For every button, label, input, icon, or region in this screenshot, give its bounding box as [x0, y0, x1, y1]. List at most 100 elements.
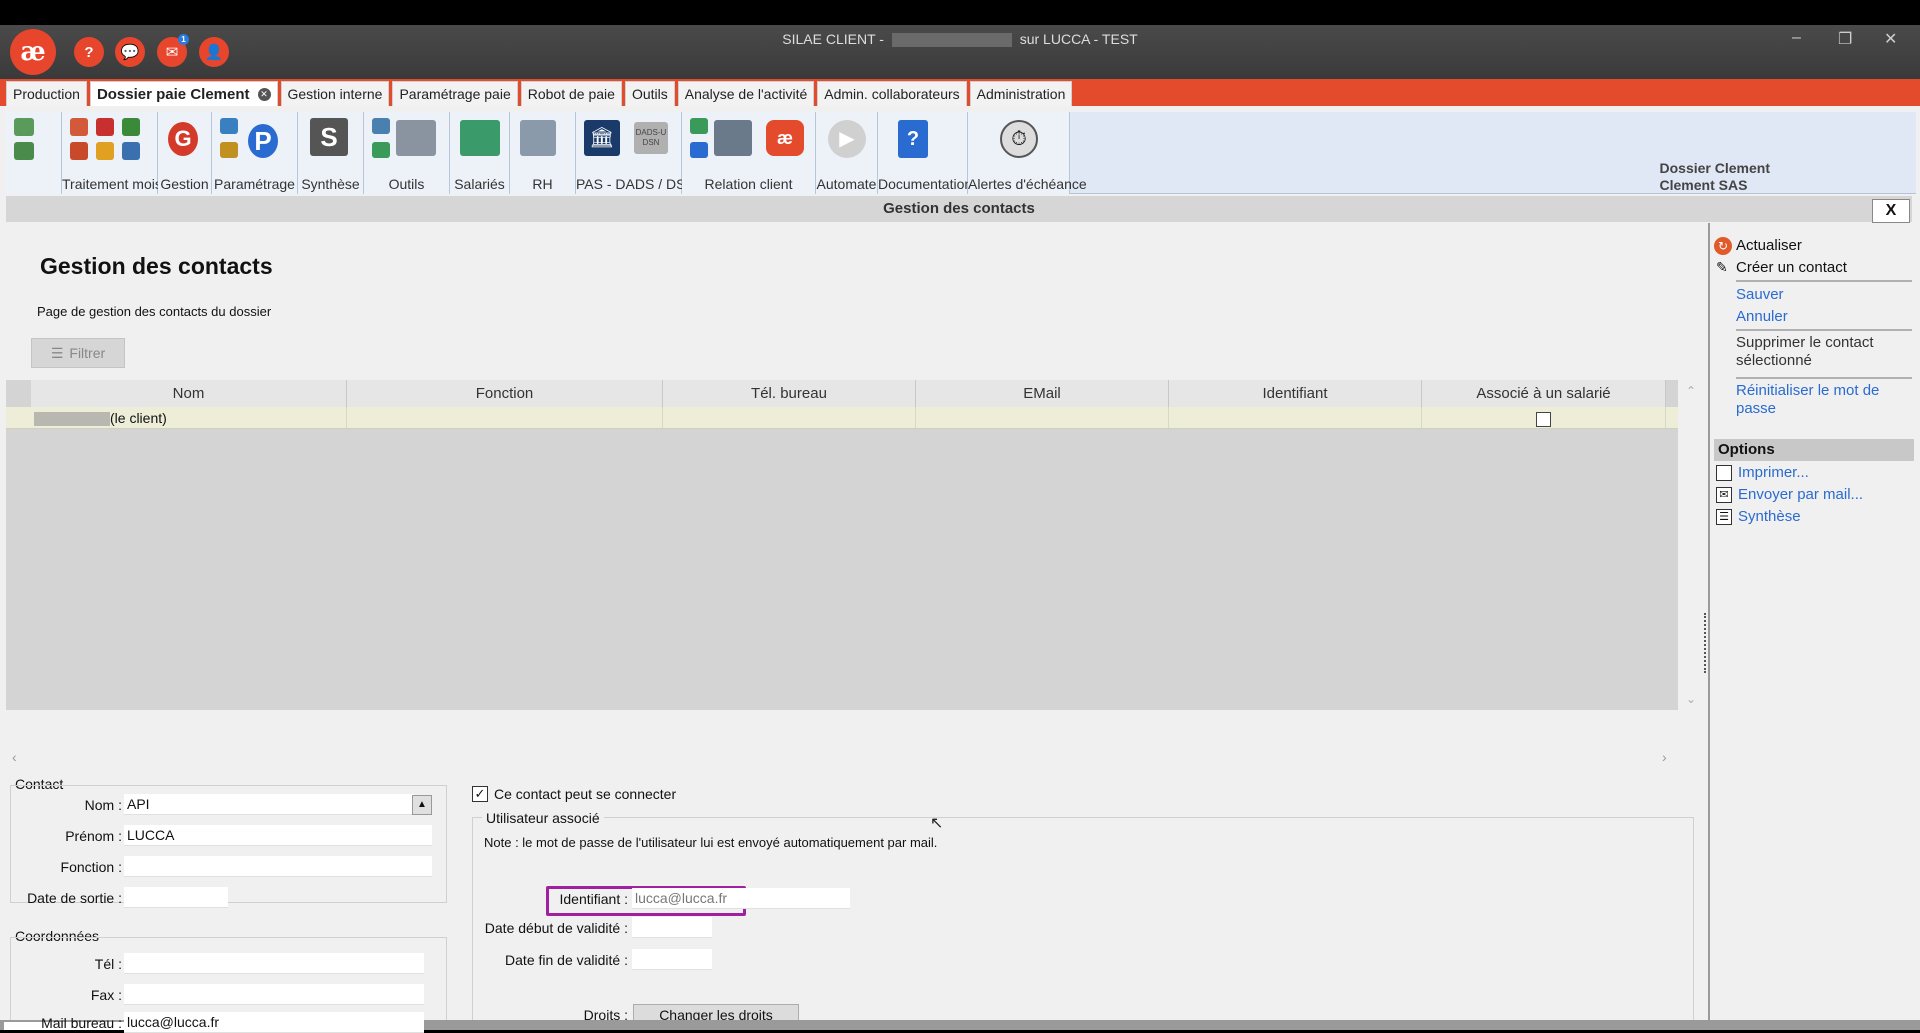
- export-icon[interactable]: [122, 142, 140, 160]
- tab-dossier-paie[interactable]: Dossier paie Clement ✕: [89, 81, 278, 106]
- ribbon-group-label: Synthèse: [301, 176, 360, 192]
- tool-b-icon[interactable]: [372, 142, 390, 158]
- my-silae-icon[interactable]: æ: [766, 120, 804, 156]
- main-tabs: Production Dossier paie Clement ✕ Gestion…: [0, 79, 1920, 106]
- tab-admin-collaborateurs[interactable]: Admin. collaborateurs: [817, 81, 967, 106]
- cell-email: [916, 407, 1169, 428]
- associe-checkbox[interactable]: [1536, 411, 1551, 427]
- tab-robot-de-paie[interactable]: Robot de paie: [520, 81, 622, 106]
- ribbon-group-salaries[interactable]: Salariés: [450, 112, 510, 194]
- identifiant-input[interactable]: lucca@lucca.fr: [632, 888, 850, 909]
- ribbon-group-quick[interactable]: [6, 112, 62, 194]
- printer-icon: [1716, 465, 1732, 481]
- fonction-input[interactable]: [124, 856, 432, 877]
- outils-icon[interactable]: [396, 120, 436, 156]
- parametrage-icon[interactable]: P: [248, 124, 278, 158]
- tab-administration[interactable]: Administration: [969, 81, 1073, 106]
- date-sortie-input[interactable]: [124, 887, 228, 908]
- dads-dsn-icon[interactable]: DADS-U DSN: [634, 122, 668, 154]
- bank-icon[interactable]: 🏛: [584, 120, 620, 156]
- identifiant-label: Identifiant :: [559, 891, 629, 907]
- client-add-icon[interactable]: [690, 118, 708, 134]
- play-icon[interactable]: ▶: [828, 120, 866, 158]
- cancel-link[interactable]: Annuler: [1736, 308, 1906, 325]
- scroll-left-icon[interactable]: ‹: [12, 749, 17, 765]
- client-p-icon[interactable]: [690, 142, 708, 158]
- settings-small-icon[interactable]: [220, 118, 238, 134]
- horizontal-scrollbar[interactable]: ‹ ›: [6, 747, 1678, 771]
- col-identifiant[interactable]: Identifiant: [1169, 380, 1422, 407]
- synthese-icon[interactable]: S: [310, 118, 348, 156]
- employee-add-icon[interactable]: [14, 118, 34, 136]
- payslip-icon[interactable]: [70, 118, 88, 136]
- gestion-icon[interactable]: G: [168, 122, 198, 156]
- collapse-button-icon[interactable]: ▲: [412, 795, 432, 815]
- tel-input[interactable]: [124, 953, 424, 974]
- col-associe[interactable]: Associé à un salarié: [1422, 380, 1666, 407]
- tab-parametrage-paie[interactable]: Paramétrage paie: [392, 81, 518, 106]
- close-tab-icon[interactable]: ✕: [257, 87, 271, 101]
- col-email[interactable]: EMail: [916, 380, 1169, 407]
- ribbon-group-documentation[interactable]: ? Documentation: [878, 112, 972, 194]
- date-debut-input[interactable]: [632, 917, 712, 938]
- ribbon-group-traitement[interactable]: Traitement mois: [62, 112, 162, 194]
- ribbon-group-synthese[interactable]: S Synthèse: [298, 112, 364, 194]
- tools-small-icon[interactable]: [220, 142, 238, 158]
- restore-button[interactable]: ❐: [1838, 29, 1852, 49]
- tab-outils[interactable]: Outils: [624, 81, 675, 106]
- company-name: Clement SAS: [1659, 177, 1748, 193]
- rh-icon[interactable]: [520, 120, 556, 156]
- contacts-icon[interactable]: [714, 120, 752, 156]
- ribbon-group-pas-dsn[interactable]: 🏛 DADS-U DSN PAS - DADS / DSN: [576, 112, 696, 194]
- ribbon-group-relation-client[interactable]: æ Relation client: [682, 112, 816, 194]
- filter-button[interactable]: ☰ Filtrer: [31, 338, 125, 368]
- cancel-icon[interactable]: [70, 142, 88, 160]
- ribbon-group-label: Paramétrage: [214, 176, 295, 192]
- alarm-clock-icon[interactable]: ⏱: [1000, 120, 1038, 158]
- refresh-icon: ↻: [1714, 237, 1732, 255]
- tab-label: Dossier paie Clement: [96, 85, 250, 103]
- panel-header: Gestion des contacts: [6, 196, 1912, 222]
- minimize-button[interactable]: –: [1792, 29, 1801, 47]
- cell-identifiant: [1169, 407, 1422, 428]
- lock-icon[interactable]: [96, 142, 114, 160]
- reset-password-link[interactable]: Réinitialiser le mot de passe: [1736, 382, 1912, 418]
- employee-list-icon[interactable]: [14, 142, 34, 160]
- delete-contact-link[interactable]: Supprimer le contact sélectionné: [1736, 334, 1906, 370]
- scroll-down-icon[interactable]: ⌄: [1686, 692, 1696, 706]
- calc-icon[interactable]: [96, 118, 114, 136]
- window-title: SILAE CLIENT - sur LUCCA - TEST: [0, 31, 1920, 48]
- ribbon-group-gestion[interactable]: G Gestion: [158, 112, 212, 194]
- nom-input[interactable]: API: [124, 794, 414, 815]
- splitter-handle[interactable]: [1704, 613, 1708, 673]
- print-label: Imprimer...: [1738, 464, 1809, 481]
- col-nom[interactable]: Nom: [31, 380, 347, 407]
- validate-icon[interactable]: [122, 118, 140, 136]
- col-tel[interactable]: Tél. bureau: [663, 380, 916, 407]
- save-link[interactable]: Sauver: [1736, 286, 1906, 303]
- table-row[interactable]: (le client): [6, 407, 1678, 429]
- prenom-input[interactable]: LUCCA: [124, 825, 432, 846]
- tab-production[interactable]: Production: [6, 81, 87, 106]
- scroll-right-icon[interactable]: ›: [1662, 749, 1667, 765]
- fax-input[interactable]: [124, 984, 424, 1005]
- close-panel-button[interactable]: X: [1872, 199, 1910, 223]
- date-debut-label: Date début de validité :: [484, 920, 628, 936]
- date-fin-input[interactable]: [632, 949, 712, 970]
- col-fonction[interactable]: Fonction: [347, 380, 663, 407]
- tab-gestion-interne[interactable]: Gestion interne: [280, 81, 390, 106]
- ribbon-group-outils[interactable]: Outils: [364, 112, 450, 194]
- can-login-checkbox[interactable]: ✓: [472, 786, 488, 802]
- ribbon-group-rh[interactable]: RH: [510, 112, 576, 194]
- scroll-up-icon[interactable]: ⌃: [1686, 384, 1696, 398]
- tool-a-icon[interactable]: [372, 118, 390, 134]
- ribbon-group-parametrage[interactable]: P Paramétrage: [212, 112, 298, 194]
- salaries-icon[interactable]: [460, 120, 500, 156]
- ribbon-group-automate[interactable]: ▶ Automate: [816, 112, 878, 194]
- mail-bureau-label: Mail bureau :: [41, 1015, 122, 1031]
- close-window-button[interactable]: ✕: [1884, 29, 1897, 49]
- documentation-icon[interactable]: ?: [898, 120, 928, 158]
- divider: [1736, 329, 1912, 331]
- ribbon-group-alertes[interactable]: ⏱ Alertes d'échéance: [968, 112, 1087, 194]
- tab-analyse-activite[interactable]: Analyse de l'activité: [677, 81, 815, 106]
